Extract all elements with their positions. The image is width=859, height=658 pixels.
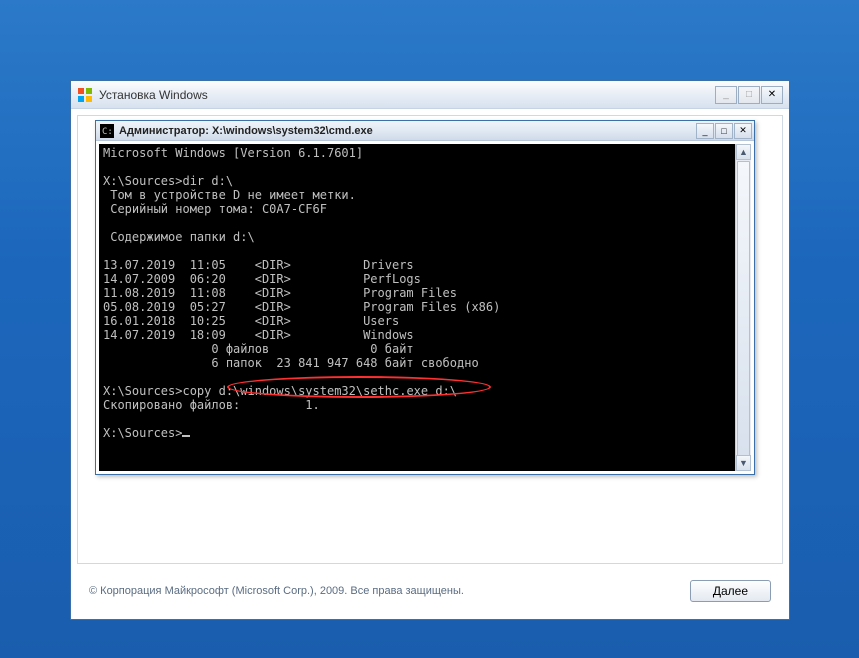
- console-contents-line: Содержимое папки d:\: [103, 230, 255, 244]
- scroll-up-button[interactable]: ▲: [736, 144, 751, 160]
- dir-entry: 11.08.2019 11:08 <DIR> Program Files: [103, 286, 457, 300]
- cmd-titlebar[interactable]: C: Администратор: X:\windows\system32\cm…: [96, 121, 754, 141]
- console-prompt-3: X:\Sources>: [103, 426, 182, 440]
- installer-window-controls: _ □ ✕: [715, 86, 783, 104]
- console-vol-line: Том в устройстве D не имеет метки.: [103, 188, 356, 202]
- console-version: Microsoft Windows [Version 6.1.7601]: [103, 146, 363, 160]
- dir-entry: 05.08.2019 05:27 <DIR> Program Files (x8…: [103, 300, 500, 314]
- scroll-track[interactable]: [736, 160, 751, 455]
- minimize-button[interactable]: _: [715, 86, 737, 104]
- dir-summary-files: 0 файлов 0 байт: [103, 342, 414, 356]
- installer-footer: © Корпорация Майкрософт (Microsoft Corp.…: [77, 569, 783, 613]
- console-output[interactable]: Microsoft Windows [Version 6.1.7601] X:\…: [99, 144, 735, 471]
- console-serial-line: Серийный номер тома: C0A7-CF6F: [103, 202, 327, 216]
- close-button[interactable]: ✕: [761, 86, 783, 104]
- cmd-body: Microsoft Windows [Version 6.1.7601] X:\…: [99, 144, 751, 471]
- console-prompt-2: X:\Sources>: [103, 384, 182, 398]
- installer-icon: [77, 87, 93, 103]
- dir-entry: 16.01.2018 10:25 <DIR> Users: [103, 314, 399, 328]
- scroll-down-button[interactable]: ▼: [736, 455, 751, 471]
- console-copied-line: Скопировано файлов: 1.: [103, 398, 320, 412]
- console-cmd-dir: dir d:\: [182, 174, 233, 188]
- installer-title: Установка Windows: [99, 88, 715, 102]
- dir-entry: 13.07.2019 11:05 <DIR> Drivers: [103, 258, 414, 272]
- cmd-icon: C:: [100, 124, 114, 138]
- console-prompt-1: X:\Sources>: [103, 174, 182, 188]
- console-cmd-copy-path: d:\windows\system32\sethc.exe d:\: [219, 384, 457, 398]
- svg-text:C:: C:: [102, 127, 113, 137]
- cmd-close-button[interactable]: ✕: [734, 123, 752, 139]
- cmd-scrollbar[interactable]: ▲ ▼: [735, 144, 751, 471]
- cmd-minimize-button[interactable]: _: [696, 123, 714, 139]
- cmd-maximize-button[interactable]: □: [715, 123, 733, 139]
- dir-summary-dirs: 6 папок 23 841 947 648 байт свободно: [103, 356, 479, 370]
- dir-entry: 14.07.2019 18:09 <DIR> Windows: [103, 328, 414, 342]
- cmd-title: Администратор: X:\windows\system32\cmd.e…: [119, 125, 696, 137]
- cursor: [182, 435, 190, 437]
- scroll-thumb[interactable]: [737, 161, 750, 456]
- cmd-window: C: Администратор: X:\windows\system32\cm…: [95, 120, 755, 475]
- copyright-text: © Корпорация Майкрософт (Microsoft Corp.…: [89, 585, 464, 597]
- cmd-window-controls: _ □ ✕: [696, 123, 752, 139]
- installer-titlebar[interactable]: Установка Windows _ □ ✕: [71, 81, 789, 109]
- console-cmd-copy-prefix: copy: [182, 384, 218, 398]
- dir-entry: 14.07.2009 06:20 <DIR> PerfLogs: [103, 272, 421, 286]
- maximize-button[interactable]: □: [738, 86, 760, 104]
- next-button[interactable]: Далее: [690, 580, 771, 602]
